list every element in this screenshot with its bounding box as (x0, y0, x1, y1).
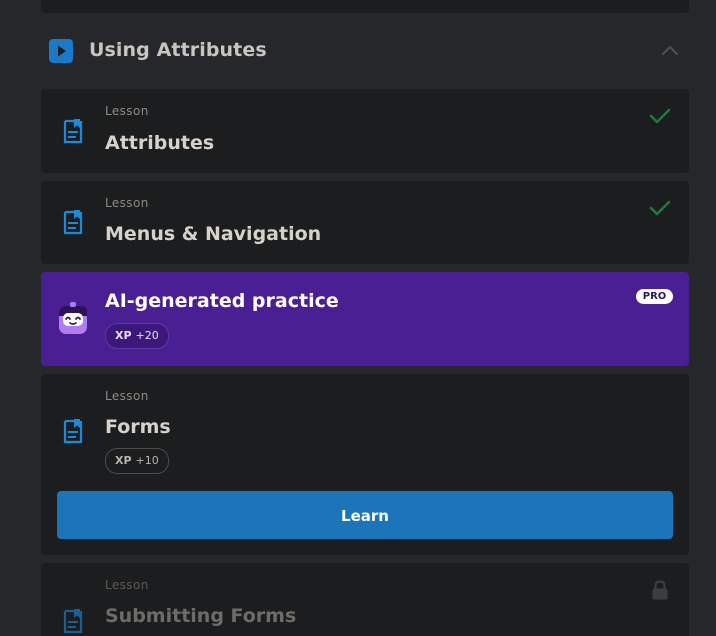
document-icon (63, 209, 83, 239)
chevron-up-icon[interactable] (661, 42, 679, 62)
xp-reward-badge: XP +20 (105, 323, 169, 349)
check-icon (649, 107, 671, 129)
play-icon (49, 39, 73, 63)
lesson-type-label: Lesson (105, 196, 149, 210)
pro-badge: PRO (636, 289, 673, 304)
lesson-type-label: Lesson (105, 104, 149, 118)
lesson-card-attributes[interactable]: Lesson Attributes (41, 89, 689, 173)
document-icon (63, 418, 83, 448)
lesson-title: Submitting Forms (105, 605, 297, 627)
xp-label: XP (115, 454, 132, 467)
lesson-title: Attributes (105, 132, 215, 154)
lesson-type-label: Lesson (105, 578, 149, 592)
document-icon (63, 608, 83, 636)
lesson-card-submitting-forms[interactable]: Lesson Submitting Forms (41, 563, 689, 636)
previous-section-card (41, 0, 689, 13)
document-icon (63, 118, 83, 148)
lesson-card-forms[interactable]: Lesson Forms XP +10 Learn (41, 374, 689, 555)
practice-title: AI-generated practice (105, 290, 339, 312)
robot-mascot-icon (55, 302, 91, 340)
lesson-type-label: Lesson (105, 389, 149, 403)
check-icon (649, 199, 671, 221)
lesson-title: Menus & Navigation (105, 223, 322, 245)
lesson-card-menus-navigation[interactable]: Lesson Menus & Navigation (41, 181, 689, 264)
ai-practice-card[interactable]: AI-generated practice PRO XP +20 (41, 272, 689, 366)
course-outline: Using Attributes Lesson Attributes Lesso… (0, 0, 716, 636)
xp-value: +20 (135, 329, 159, 342)
learn-button[interactable]: Learn (57, 491, 673, 539)
xp-reward-badge: XP +10 (105, 448, 169, 474)
xp-label: XP (115, 329, 132, 342)
lock-icon (651, 580, 669, 604)
section-title: Using Attributes (89, 39, 267, 61)
xp-value: +10 (135, 454, 159, 467)
lesson-title: Forms (105, 416, 171, 438)
section-header[interactable]: Using Attributes (41, 30, 689, 72)
